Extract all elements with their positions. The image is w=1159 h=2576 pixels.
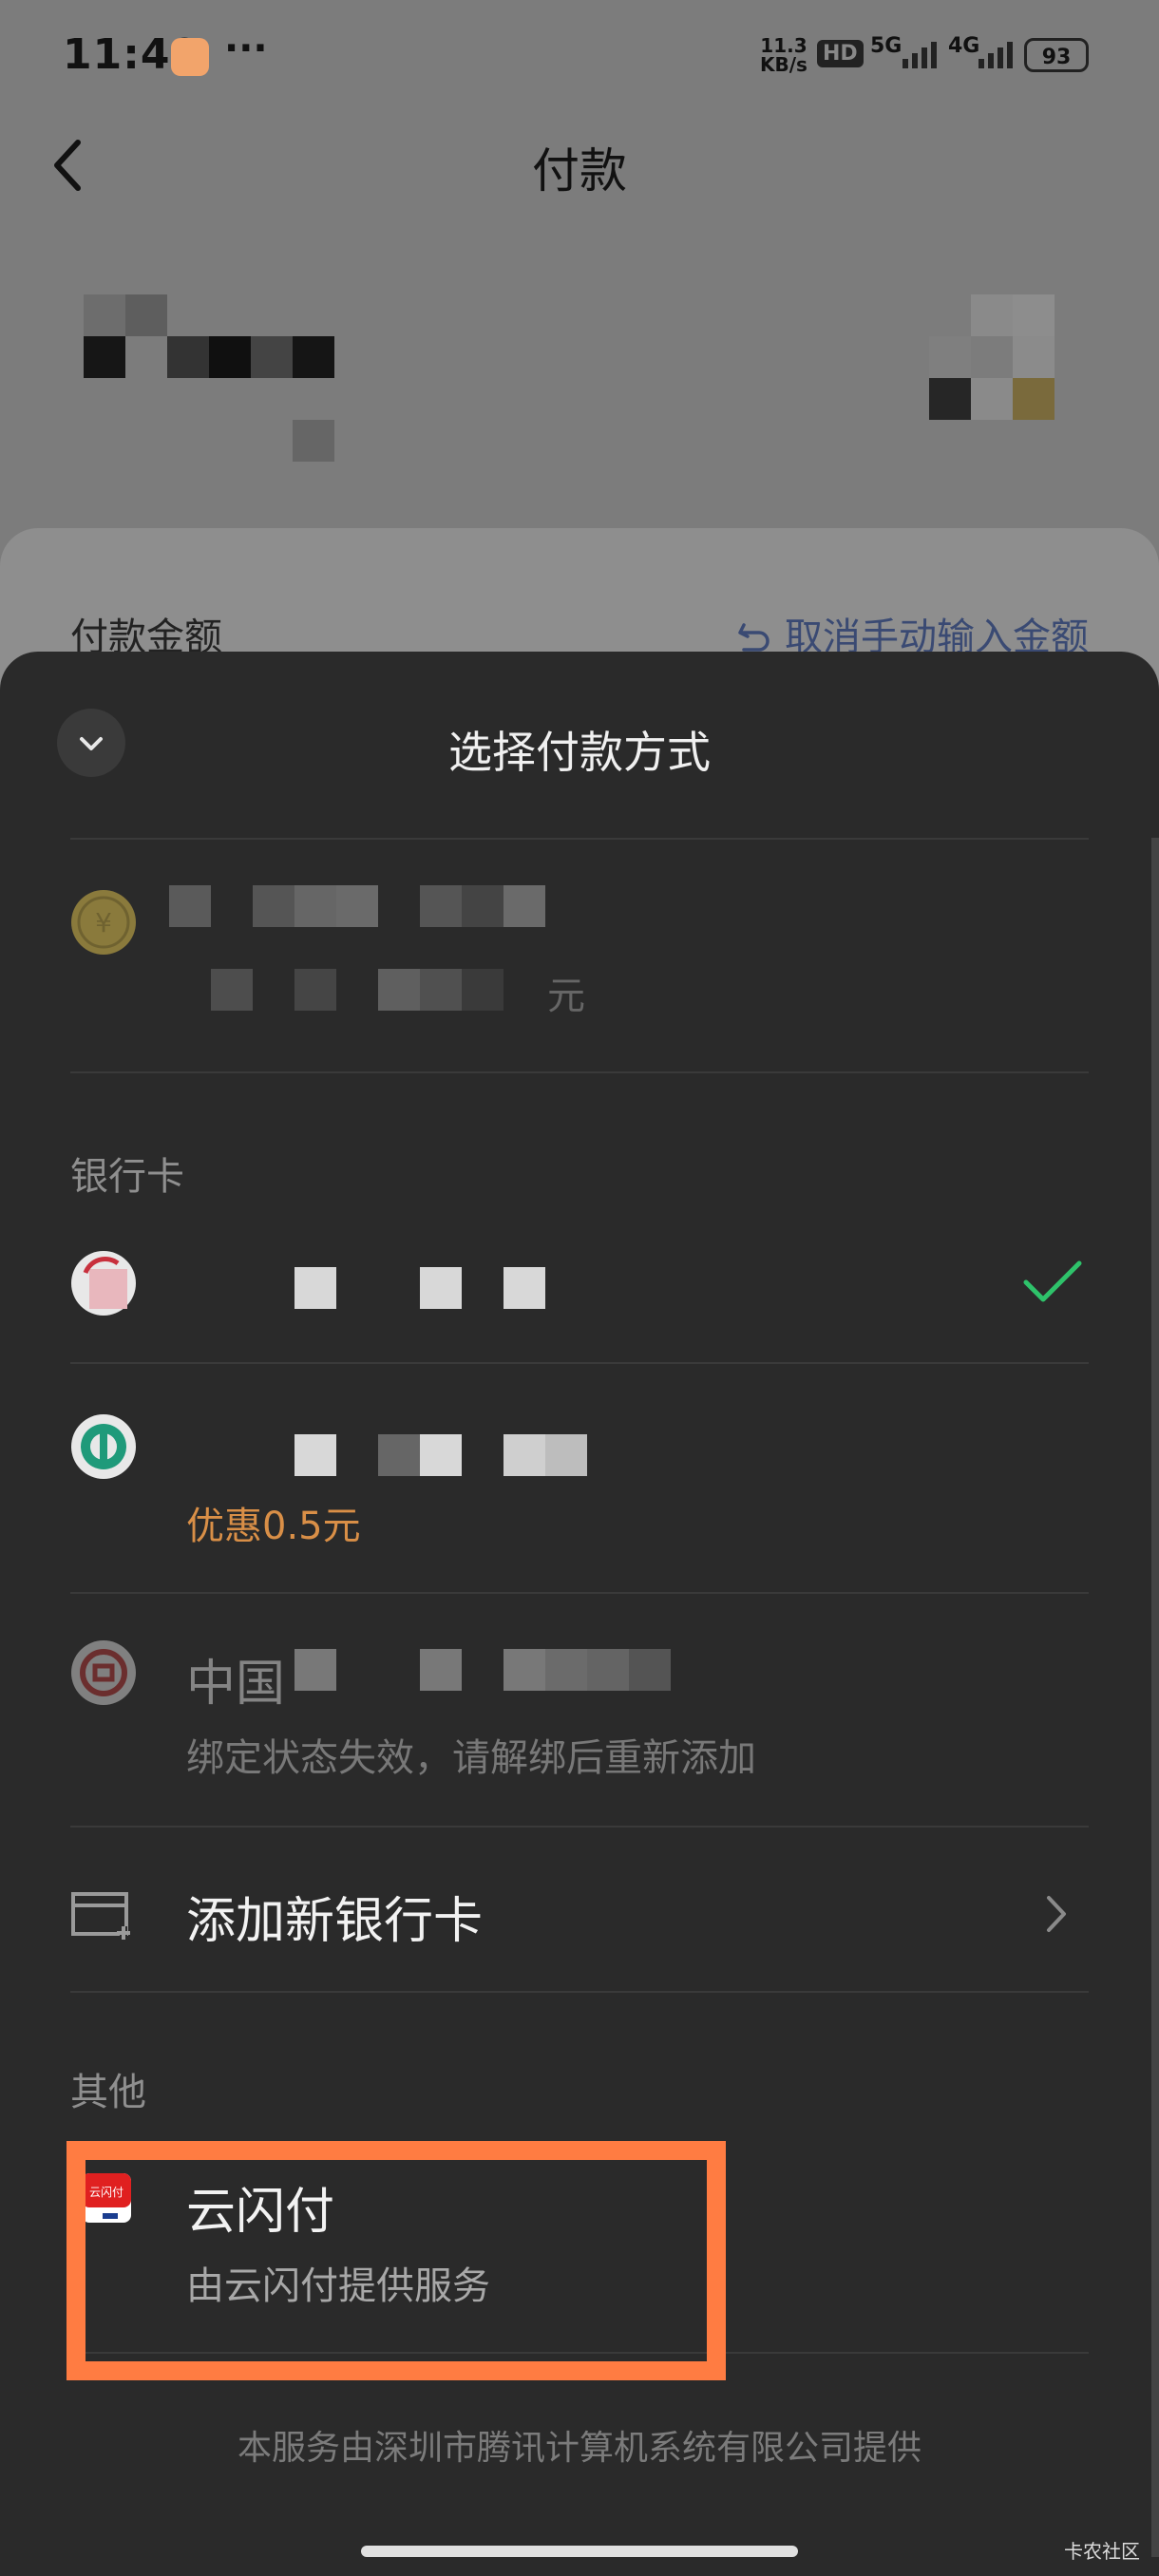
network-4g-label: 4G	[948, 34, 980, 58]
orange-highlight-box	[66, 2141, 726, 2380]
bank-card-2-promo: 优惠0.5元	[186, 1505, 361, 1548]
network-5g-label: 5G	[870, 34, 902, 58]
bank-logo-icon	[71, 1414, 136, 1479]
signal-5g-icon	[902, 42, 937, 68]
divider	[70, 1991, 1089, 1993]
chevron-right-icon	[1047, 1896, 1066, 1932]
divider	[70, 1071, 1089, 1073]
undo-icon	[738, 623, 770, 652]
home-indicator[interactable]	[361, 2546, 798, 2557]
check-icon	[1023, 1260, 1082, 1302]
divider	[70, 838, 1089, 840]
sheet-scrollbar[interactable]	[1151, 838, 1159, 2557]
bank-section-label: 银行卡	[70, 1155, 184, 1199]
divider	[70, 1592, 1089, 1594]
signal-4g-icon	[978, 42, 1013, 68]
bank-logo-icon	[71, 1640, 136, 1705]
network-speed-unit: KB/s	[760, 53, 808, 76]
others-section-label: 其他	[70, 2071, 146, 2114]
battery-indicator: 93	[1024, 38, 1089, 72]
app-notification-icon	[171, 38, 209, 76]
network-speed-value: 11.3	[760, 34, 808, 57]
bank-card-3-name-prefix: 中国	[186, 1656, 286, 1713]
bank-card-3-status: 绑定状态失效，请解绑后重新添加	[186, 1736, 756, 1780]
more-notifications: ···	[224, 27, 268, 70]
page-title: 付款	[532, 143, 627, 199]
balance-sub-suffix: 元	[547, 975, 585, 1018]
sheet-title: 选择付款方式	[448, 727, 711, 778]
service-provider-footer: 本服务由深圳市腾讯计算机系统有限公司提供	[237, 2429, 922, 2468]
watermark: 卡农社区	[1064, 2540, 1140, 2563]
bank-logo-icon	[71, 1251, 136, 1316]
divider	[70, 1826, 1089, 1828]
status-bar: 11:49 ··· 11.3 KB/s HD 5G 4G 93	[0, 0, 1159, 114]
network-speed: 11.3 KB/s	[760, 36, 808, 74]
add-bank-card-label: 添加新银行卡	[186, 1893, 484, 1950]
svg-text:¥: ¥	[95, 907, 112, 938]
hd-badge: HD	[817, 40, 864, 67]
card-add-icon	[71, 1892, 130, 1941]
divider	[70, 1362, 1089, 1364]
coin-icon: ¥	[71, 890, 136, 955]
